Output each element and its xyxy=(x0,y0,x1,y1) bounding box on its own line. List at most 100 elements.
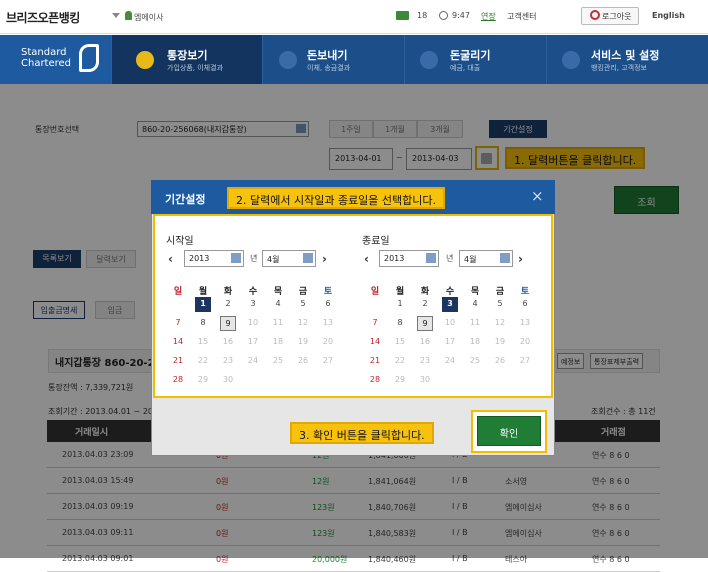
start-calendar-day[interactable]: 13 xyxy=(320,316,336,331)
eye-icon xyxy=(136,51,154,69)
nav-sub: 예금, 대출 xyxy=(450,64,481,72)
power-icon xyxy=(590,10,600,20)
invest-icon xyxy=(420,51,438,69)
start-calendar-day[interactable]: 9 xyxy=(220,316,236,331)
end-calendar-day[interactable]: 4 xyxy=(467,297,483,312)
end-calendar-day[interactable]: 26 xyxy=(492,354,508,369)
user-name: 엠에이사 xyxy=(134,13,164,22)
start-calendar-day[interactable]: 8 xyxy=(195,316,211,331)
end-calendar-day[interactable]: 3 xyxy=(442,297,458,312)
start-calendar-day[interactable]: 4 xyxy=(270,297,286,312)
end-calendar-day[interactable]: 15 xyxy=(392,335,408,350)
start-calendar-day[interactable]: 3 xyxy=(245,297,261,312)
year-suffix: 년 xyxy=(250,254,258,263)
start-calendar-day[interactable]: 28 xyxy=(170,373,186,388)
end-weekday-header: 일 xyxy=(370,287,380,297)
start-prev-month-icon[interactable]: ‹ xyxy=(168,252,173,266)
end-calendar-day[interactable]: 2 xyxy=(417,297,433,312)
end-weekday-header: 월 xyxy=(395,287,405,297)
start-calendar-day[interactable]: 10 xyxy=(245,316,261,331)
nav-title: 돈보내기 xyxy=(307,49,348,62)
start-next-month-icon[interactable]: › xyxy=(322,252,327,266)
session-time: 9:47 xyxy=(452,11,470,20)
end-calendar-day[interactable]: 19 xyxy=(492,335,508,350)
end-calendar-day[interactable]: 21 xyxy=(367,354,383,369)
start-calendar-day[interactable]: 1 xyxy=(195,297,211,312)
start-calendar-day[interactable]: 22 xyxy=(195,354,211,369)
start-calendar-day[interactable]: 27 xyxy=(320,354,336,369)
end-calendar-day[interactable]: 17 xyxy=(442,335,458,350)
end-weekday-header: 화 xyxy=(420,287,430,297)
customer-center-link[interactable]: 고객센터 xyxy=(507,11,536,22)
end-calendar-day[interactable]: 20 xyxy=(517,335,533,350)
end-calendar-day[interactable]: 23 xyxy=(417,354,433,369)
brand-dropdown-icon[interactable] xyxy=(112,13,120,18)
end-calendar-day[interactable]: 28 xyxy=(367,373,383,388)
start-calendar-day[interactable]: 19 xyxy=(295,335,311,350)
nav-sub: 이체, 송금결과 xyxy=(307,64,351,72)
end-calendar-day[interactable]: 13 xyxy=(517,316,533,331)
clock-icon xyxy=(439,11,448,20)
end-calendar-day[interactable]: 18 xyxy=(467,335,483,350)
start-calendar-day[interactable]: 23 xyxy=(220,354,236,369)
english-link[interactable]: English xyxy=(652,11,685,20)
end-calendar-day[interactable]: 10 xyxy=(442,316,458,331)
gear-icon xyxy=(562,51,580,69)
start-calendar-day[interactable]: 18 xyxy=(270,335,286,350)
end-calendar-day[interactable]: 22 xyxy=(392,354,408,369)
start-calendar-day[interactable]: 7 xyxy=(170,316,186,331)
chevron-down-icon xyxy=(500,253,510,263)
start-calendar-day[interactable]: 2 xyxy=(220,297,236,312)
end-calendar-day[interactable]: 9 xyxy=(417,316,433,331)
start-calendar-day[interactable]: 16 xyxy=(220,335,236,350)
start-calendar-day[interactable]: 25 xyxy=(270,354,286,369)
end-calendar-day[interactable]: 29 xyxy=(392,373,408,388)
start-weekday-header: 일 xyxy=(173,287,183,297)
end-calendar-day[interactable]: 16 xyxy=(417,335,433,350)
end-calendar-day[interactable]: 12 xyxy=(492,316,508,331)
confirm-button[interactable]: 확인 xyxy=(477,416,541,446)
start-weekday-header: 화 xyxy=(223,287,233,297)
end-calendar-day[interactable]: 14 xyxy=(367,335,383,350)
end-calendar-day[interactable]: 7 xyxy=(367,316,383,331)
start-calendar-day[interactable]: 6 xyxy=(320,297,336,312)
end-calendar-day[interactable]: 27 xyxy=(517,354,533,369)
nav-sub: 뱅킹관리, 고객정보 xyxy=(591,64,647,72)
start-date-label: 시작일 xyxy=(166,236,194,247)
mail-count: 18 xyxy=(417,11,428,20)
end-calendar-day[interactable]: 25 xyxy=(467,354,483,369)
end-calendar-day[interactable]: 8 xyxy=(392,316,408,331)
user-icon xyxy=(125,11,132,20)
start-calendar-day[interactable]: 5 xyxy=(295,297,311,312)
extend-session-link[interactable]: 연장 xyxy=(481,11,496,22)
end-calendar-day[interactable]: 1 xyxy=(392,297,408,312)
end-calendar-day[interactable]: 11 xyxy=(467,316,483,331)
close-icon[interactable]: × xyxy=(531,187,544,205)
start-calendar-day[interactable]: 17 xyxy=(245,335,261,350)
mail-icon[interactable] xyxy=(396,11,409,20)
start-calendar-day[interactable]: 30 xyxy=(220,373,236,388)
start-calendar-day[interactable]: 21 xyxy=(170,354,186,369)
brand-name[interactable]: 브리즈오픈뱅킹 xyxy=(6,9,80,26)
logo-text: Standard Chartered xyxy=(21,47,72,69)
start-calendar-day[interactable]: 20 xyxy=(320,335,336,350)
logo-mark-icon xyxy=(79,44,99,72)
end-calendar-day[interactable]: 5 xyxy=(492,297,508,312)
end-calendar-day[interactable]: 30 xyxy=(417,373,433,388)
end-prev-month-icon[interactable]: ‹ xyxy=(364,252,369,266)
start-calendar-day[interactable]: 26 xyxy=(295,354,311,369)
start-calendar-day[interactable]: 14 xyxy=(170,335,186,350)
start-calendar-day[interactable]: 24 xyxy=(245,354,261,369)
end-weekday-header: 금 xyxy=(495,287,505,297)
start-calendar-day[interactable]: 12 xyxy=(295,316,311,331)
year-suffix: 년 xyxy=(446,254,454,263)
start-weekday-header: 토 xyxy=(323,287,333,297)
end-calendar-day[interactable]: 6 xyxy=(517,297,533,312)
chevron-down-icon xyxy=(303,253,313,263)
start-calendar-day[interactable]: 15 xyxy=(195,335,211,350)
start-calendar-day[interactable]: 11 xyxy=(270,316,286,331)
nav-sub: 가입상품, 이체결과 xyxy=(167,64,223,72)
end-calendar-day[interactable]: 24 xyxy=(442,354,458,369)
start-calendar-day[interactable]: 29 xyxy=(195,373,211,388)
end-next-month-icon[interactable]: › xyxy=(518,252,523,266)
